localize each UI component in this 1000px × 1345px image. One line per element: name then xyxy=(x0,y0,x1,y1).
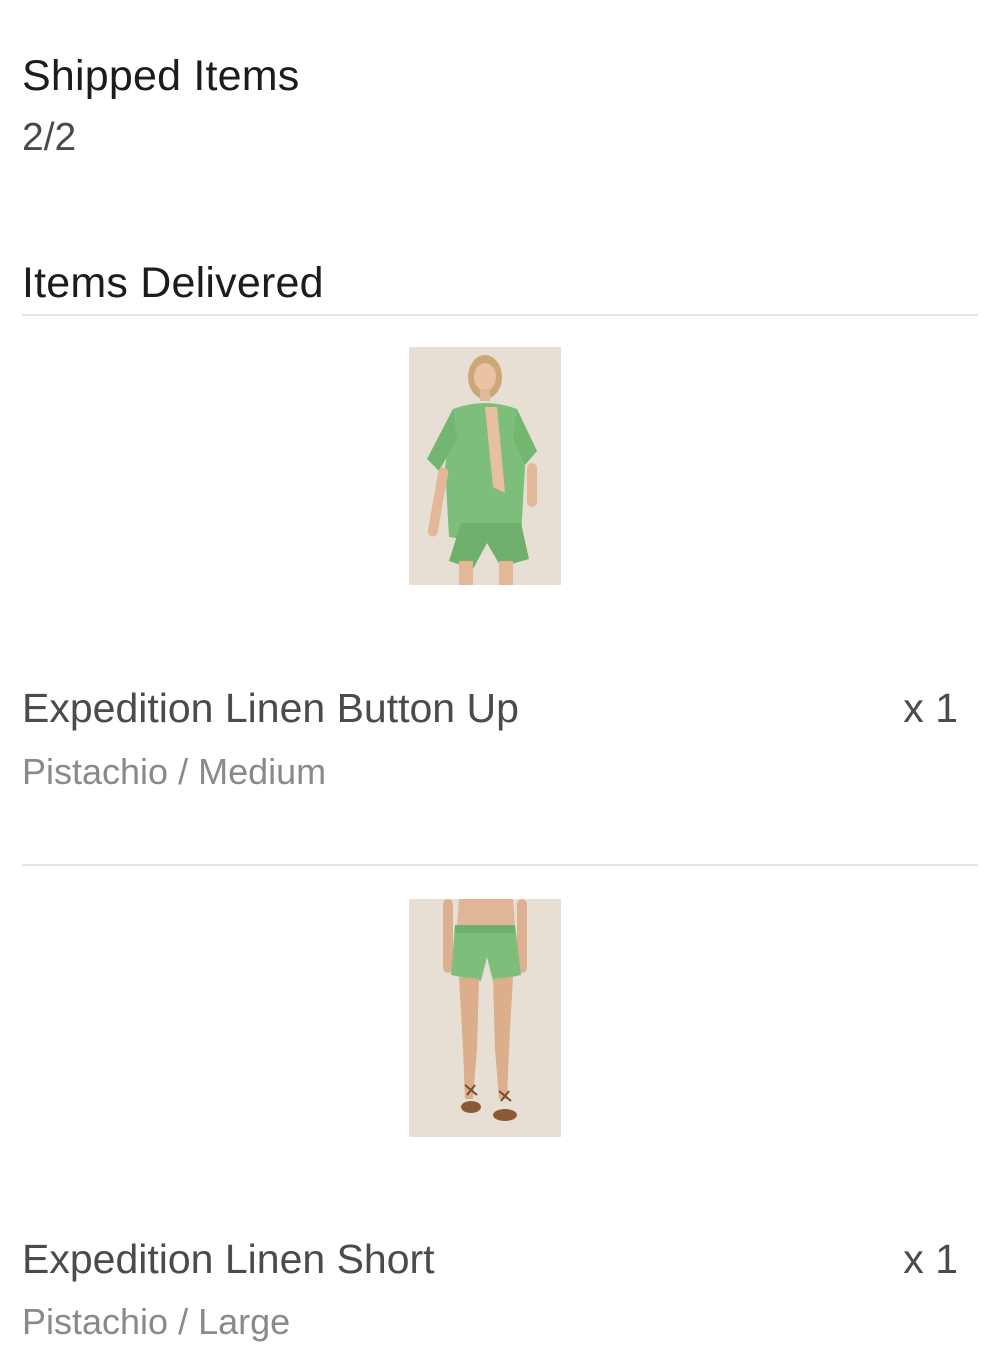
shipped-items-count: 2/2 xyxy=(22,116,77,159)
product-image-short[interactable] xyxy=(409,899,561,1137)
product-image-button-up[interactable] xyxy=(409,347,561,585)
section-divider xyxy=(22,314,978,316)
item-divider xyxy=(22,864,978,866)
shipment-details: Shipped Items 2/2 Items Delivered Expedi… xyxy=(22,0,978,1342)
item-quantity: x 1 xyxy=(903,1236,958,1282)
shorts-photo-icon xyxy=(409,899,561,1137)
item-variant: Pistachio / Large xyxy=(22,1301,291,1342)
item-quantity: x 1 xyxy=(903,685,958,731)
shirt-and-shorts-photo-icon xyxy=(409,347,561,585)
item-name[interactable]: Expedition Linen Button Up xyxy=(22,682,519,734)
item-variant: Pistachio / Medium xyxy=(22,751,327,792)
shipped-items-heading: Shipped Items xyxy=(22,52,300,100)
item-name[interactable]: Expedition Linen Short xyxy=(22,1233,435,1285)
items-delivered-heading: Items Delivered xyxy=(22,259,324,307)
